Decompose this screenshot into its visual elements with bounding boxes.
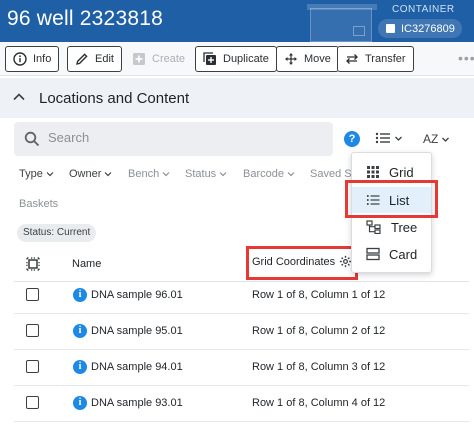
sample-name[interactable]: DNA sample 95.01 [91, 325, 183, 337]
filter-barcode[interactable]: Barcode [243, 168, 295, 180]
info-icon [13, 52, 27, 66]
list-option-highlight [345, 180, 438, 218]
container-id-badge: IC3276809 [378, 19, 462, 38]
filter-status[interactable]: Status [185, 168, 227, 180]
plus-box-icon [133, 53, 145, 65]
help-icon[interactable]: ? [344, 131, 360, 147]
filter-type[interactable]: Type [19, 168, 54, 180]
row-checkbox[interactable] [26, 324, 39, 337]
create-label: Create [152, 53, 186, 65]
select-all-icon[interactable] [26, 257, 40, 271]
section-title: Locations and Content [39, 90, 190, 107]
filter-owner[interactable]: Owner [69, 168, 112, 180]
transfer-icon [346, 54, 358, 64]
menu-item-label: Tree [391, 219, 418, 235]
column-header-name[interactable]: Name [72, 258, 101, 270]
container-type-label: CONTAINER [392, 4, 455, 15]
sample-name[interactable]: DNA sample 94.01 [91, 361, 183, 373]
search-box[interactable] [14, 122, 333, 156]
chevron-up-icon[interactable] [12, 90, 26, 104]
info-button[interactable]: Info [5, 46, 60, 72]
transfer-button[interactable]: Transfer [337, 46, 414, 72]
info-icon[interactable]: i [73, 324, 87, 338]
edit-button[interactable]: Edit [67, 46, 122, 72]
sample-name[interactable]: DNA sample 93.01 [91, 397, 183, 409]
info-icon[interactable]: i [73, 360, 87, 374]
create-button[interactable]: Create [125, 46, 192, 72]
page-title: 96 well 2323818 [7, 7, 163, 30]
info-label: Info [33, 53, 52, 65]
page-header: 96 well 2323818 CONTAINER IC3276809 [0, 0, 474, 42]
chevron-down-icon [104, 172, 112, 177]
pencil-icon [76, 53, 88, 65]
table-row[interactable]: i DNA sample 93.01 Row 1 of 8, Column 4 … [14, 386, 469, 422]
container-illustration [307, 4, 377, 42]
chevron-down-icon [219, 172, 227, 177]
sample-name[interactable]: DNA sample 96.01 [91, 289, 183, 301]
chevron-down-icon [46, 172, 54, 177]
card-icon [366, 247, 380, 261]
menu-item-card[interactable]: Card [352, 241, 431, 267]
search-input[interactable] [48, 130, 318, 145]
tree-icon [366, 220, 381, 234]
filter-bench[interactable]: Bench [128, 168, 170, 180]
chevron-down-icon [287, 172, 295, 177]
duplicate-label: Duplicate [223, 53, 269, 65]
status-filter-chip[interactable]: Status: Current [17, 224, 97, 242]
filter-saved-label: Saved S [310, 168, 352, 180]
info-icon[interactable]: i [73, 288, 87, 302]
list-view-icon [375, 132, 390, 144]
search-icon [24, 131, 40, 147]
row-checkbox[interactable] [26, 360, 39, 373]
edit-label: Edit [95, 53, 114, 65]
menu-item-label: Grid [389, 164, 414, 180]
filter-owner-label: Owner [69, 168, 102, 180]
table-row[interactable]: i DNA sample 96.01 Row 1 of 8, Column 1 … [14, 278, 469, 314]
table-row[interactable]: i DNA sample 94.01 Row 1 of 8, Column 3 … [14, 350, 469, 386]
move-arrows-icon [285, 53, 297, 65]
calendar-icon [386, 24, 395, 33]
row-checkbox[interactable] [26, 288, 39, 301]
grid-coordinate: Row 1 of 8, Column 1 of 12 [252, 289, 386, 301]
filter-type-label: Type [19, 168, 43, 180]
section-header[interactable]: Locations and Content [0, 78, 474, 118]
filter-status-label: Status [185, 168, 217, 180]
action-toolbar: Info Edit Create Duplicate Move Transfer… [0, 42, 474, 76]
filter-baskets[interactable]: Baskets [19, 198, 58, 210]
sort-toggle[interactable]: AZ [423, 132, 450, 146]
grid-coordinate: Row 1 of 8, Column 3 of 12 [252, 361, 386, 373]
chevron-down-icon [442, 137, 450, 142]
transfer-label: Transfer [365, 53, 406, 65]
view-mode-toggle[interactable] [375, 131, 403, 145]
move-button[interactable]: Move [276, 46, 339, 72]
chevron-down-icon [162, 172, 170, 177]
filter-bench-label: Bench [128, 168, 160, 180]
container-id: IC3276809 [401, 22, 455, 35]
grid-coordinates-highlight [246, 246, 358, 280]
table-row[interactable]: i DNA sample 95.01 Row 1 of 8, Column 2 … [14, 314, 469, 350]
filter-saved-searches[interactable]: Saved S [310, 168, 352, 180]
row-checkbox[interactable] [26, 396, 39, 409]
chevron-down-icon [395, 136, 402, 141]
more-actions-button[interactable]: ••• [458, 50, 474, 66]
grid-icon [367, 166, 379, 178]
duplicate-button[interactable]: Duplicate [195, 46, 277, 72]
filter-baskets-label: Baskets [19, 198, 59, 210]
move-label: Move [304, 53, 331, 65]
grid-coordinate: Row 1 of 8, Column 4 of 12 [252, 397, 386, 409]
sort-label: AZ [423, 132, 439, 146]
menu-item-label: Card [389, 246, 418, 262]
filter-barcode-label: Barcode [243, 168, 284, 180]
grid-coordinate: Row 1 of 8, Column 2 of 12 [252, 325, 386, 337]
info-icon[interactable]: i [73, 396, 87, 410]
duplicate-icon [203, 52, 216, 65]
